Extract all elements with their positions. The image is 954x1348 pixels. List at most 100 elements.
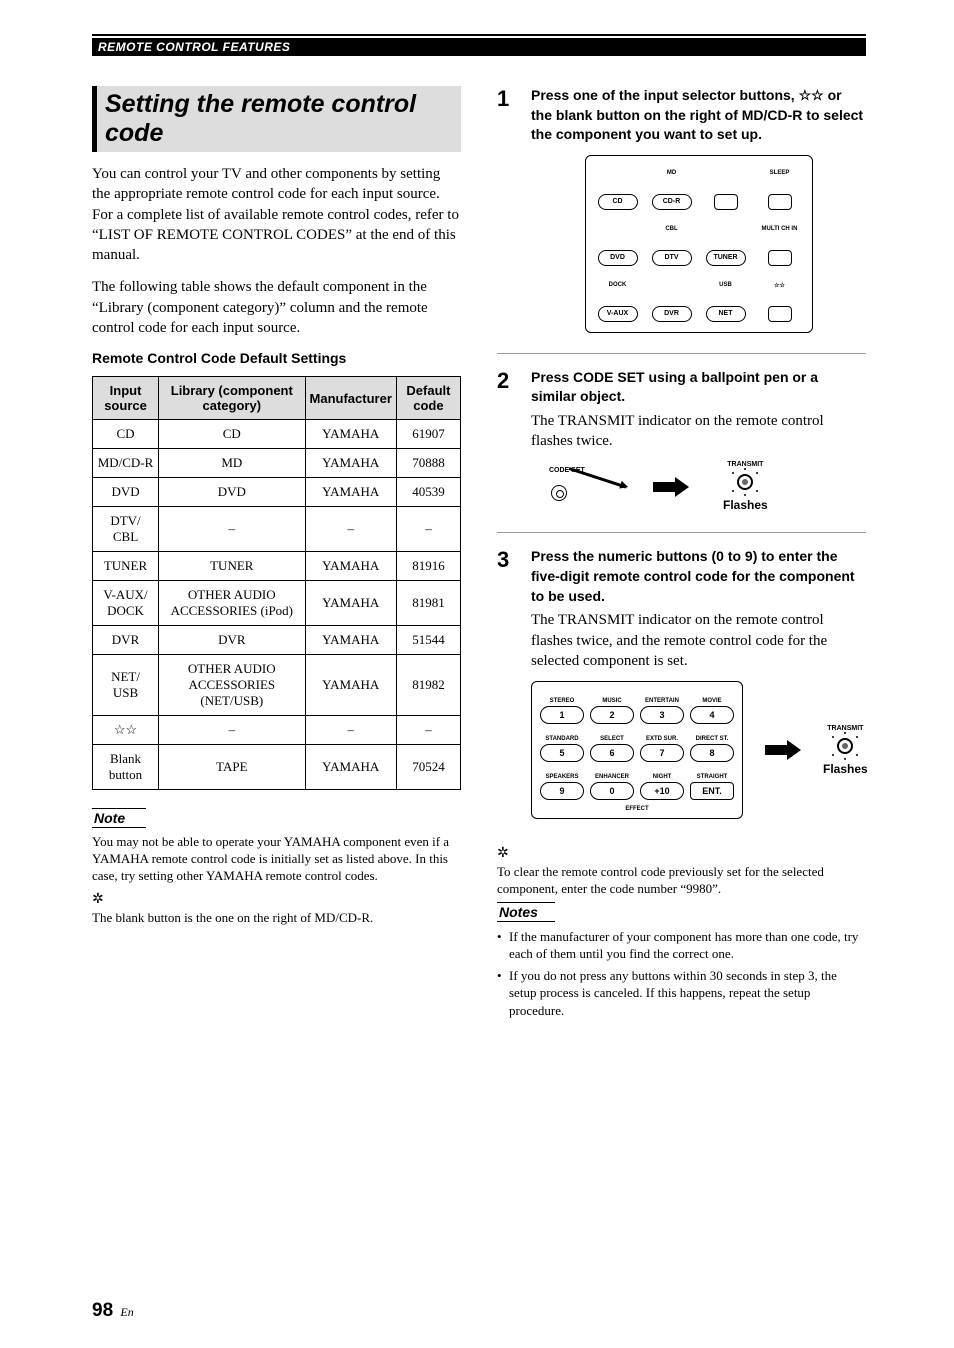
effect-label: EFFECT — [540, 806, 734, 812]
step-2-instruction: Press CODE SET using a ballpoint pen or … — [531, 368, 866, 407]
table-row: DTV/ CBL––– — [93, 507, 461, 552]
th-manufacturer: Manufacturer — [305, 377, 396, 420]
table-cell: 61907 — [396, 420, 460, 449]
note-label: Note — [92, 808, 146, 828]
table-cell: TUNER — [93, 552, 159, 581]
keypad-button-1: 1 — [540, 706, 584, 724]
keypad-label: STRAIGHT — [690, 774, 734, 780]
table-caption: Remote Control Code Default Settings — [92, 350, 461, 366]
table-cell: – — [305, 716, 396, 745]
table-cell: – — [396, 716, 460, 745]
table-cell: – — [305, 507, 396, 552]
table-cell: DVR — [159, 626, 305, 655]
note-item: If you do not press any buttons within 3… — [497, 967, 866, 1020]
remote-button-dtv: DTV — [652, 250, 692, 266]
table-cell: DVR — [93, 626, 159, 655]
remote-button-dvd: DVD — [598, 250, 638, 266]
keypad-label: ENHANCER — [590, 774, 634, 780]
keypad-button-9: 9 — [540, 782, 584, 800]
page-number: 98 En — [92, 1300, 134, 1322]
notes-list: If the manufacturer of your component ha… — [497, 928, 866, 1020]
th-default-code: Default code — [396, 377, 460, 420]
keypad-button-6: 6 — [590, 744, 634, 762]
remote-label: MULTI CH IN — [762, 226, 798, 234]
table-cell: ☆☆ — [93, 716, 159, 745]
keypad-label: MUSIC — [590, 698, 634, 704]
table-cell: 51544 — [396, 626, 460, 655]
remote-button-tuner: TUNER — [706, 250, 746, 266]
table-cell: TAPE — [159, 745, 305, 790]
notes-label: Notes — [497, 902, 555, 922]
remote-button-cd-r: CD-R — [652, 194, 692, 210]
input-selector-diagram: MDSLEEPCDCD-RCBLMULTI CH INDVDDTVTUNERDO… — [585, 155, 813, 333]
table-cell: CD — [93, 420, 159, 449]
page-number-value: 98 — [92, 1300, 113, 1321]
table-row: DVDDVDYAMAHA40539 — [93, 478, 461, 507]
table-row: MD/CD-RMDYAMAHA70888 — [93, 449, 461, 478]
remote-button-dvr: DVR — [652, 306, 692, 322]
keypad-label: ENTERTAIN — [640, 698, 684, 704]
page-lang: En — [120, 1305, 133, 1319]
transmit-led-icon — [728, 468, 762, 496]
table-cell: YAMAHA — [305, 449, 396, 478]
table-cell: DVD — [93, 478, 159, 507]
intro-paragraph-2: The following table shows the default co… — [92, 277, 461, 338]
code-set-icon: CODE SET — [549, 467, 619, 507]
table-cell: Blank button — [93, 745, 159, 790]
arrow-right-icon — [765, 743, 801, 757]
step-2-diagram: CODE SET TRANSMIT — [549, 461, 866, 512]
table-cell: 70888 — [396, 449, 460, 478]
table-cell: 70524 — [396, 745, 460, 790]
table-cell: YAMAHA — [305, 655, 396, 716]
table-cell: V-AUX/ DOCK — [93, 581, 159, 626]
arrow-right-icon — [653, 480, 689, 494]
table-cell: – — [159, 507, 305, 552]
step-1: 1 Press one of the input selector button… — [497, 86, 866, 339]
keypad-button-8: 8 — [690, 744, 734, 762]
table-cell: 81981 — [396, 581, 460, 626]
table-cell: TUNER — [159, 552, 305, 581]
table-cell: YAMAHA — [305, 626, 396, 655]
table-cell: CD — [159, 420, 305, 449]
flashes-label: Flashes — [823, 762, 868, 776]
remote-label: ☆☆ — [774, 282, 785, 290]
remote-button-v-aux: V-AUX — [598, 306, 638, 322]
table-row: Blank buttonTAPEYAMAHA70524 — [93, 745, 461, 790]
step-3-instruction: Press the numeric buttons (0 to 9) to en… — [531, 547, 868, 606]
pen-icon — [569, 467, 627, 488]
transmit-label: TRANSMIT — [823, 725, 868, 732]
tip-text: The blank button is the one on the right… — [92, 910, 461, 927]
remote-label: USB — [719, 282, 732, 290]
table-row: ☆☆––– — [93, 716, 461, 745]
note-item: If the manufacturer of your component ha… — [497, 928, 866, 963]
keypad-label: EXTD SUR. — [640, 736, 684, 742]
th-library: Library (component category) — [159, 377, 305, 420]
keypad-button-0: 0 — [590, 782, 634, 800]
step-1-instruction: Press one of the input selector buttons,… — [531, 86, 866, 145]
table-cell: – — [396, 507, 460, 552]
keypad-button-2: 2 — [590, 706, 634, 724]
section-header: REMOTE CONTROL FEATURES — [92, 38, 866, 56]
table-cell: NET/ USB — [93, 655, 159, 716]
left-column: Setting the remote control code You can … — [92, 86, 461, 1024]
keypad-button-4: 4 — [690, 706, 734, 724]
remote-button-blank — [714, 194, 738, 210]
keypad-button-10: +10 — [640, 782, 684, 800]
remote-label: SLEEP — [770, 170, 790, 178]
remote-button-net: NET — [706, 306, 746, 322]
right-column: 1 Press one of the input selector button… — [497, 86, 866, 1024]
table-cell: 81916 — [396, 552, 460, 581]
table-cell: YAMAHA — [305, 745, 396, 790]
remote-button-blank — [768, 306, 792, 322]
step-3-desc: The TRANSMIT indicator on the remote con… — [531, 610, 868, 671]
th-input: Input source — [93, 377, 159, 420]
intro-paragraph-1: You can control your TV and other compon… — [92, 164, 461, 265]
table-cell: 81982 — [396, 655, 460, 716]
table-cell: YAMAHA — [305, 581, 396, 626]
keypad-button-7: 7 — [640, 744, 684, 762]
step-3: 3 Press the numeric buttons (0 to 9) to … — [497, 532, 866, 825]
table-cell: DVD — [159, 478, 305, 507]
flashes-label: Flashes — [723, 498, 768, 512]
numeric-keypad-diagram: STEREOMUSICENTERTAINMOVIE1234STANDARDSEL… — [531, 681, 743, 819]
section-title: Setting the remote control code — [92, 86, 461, 152]
